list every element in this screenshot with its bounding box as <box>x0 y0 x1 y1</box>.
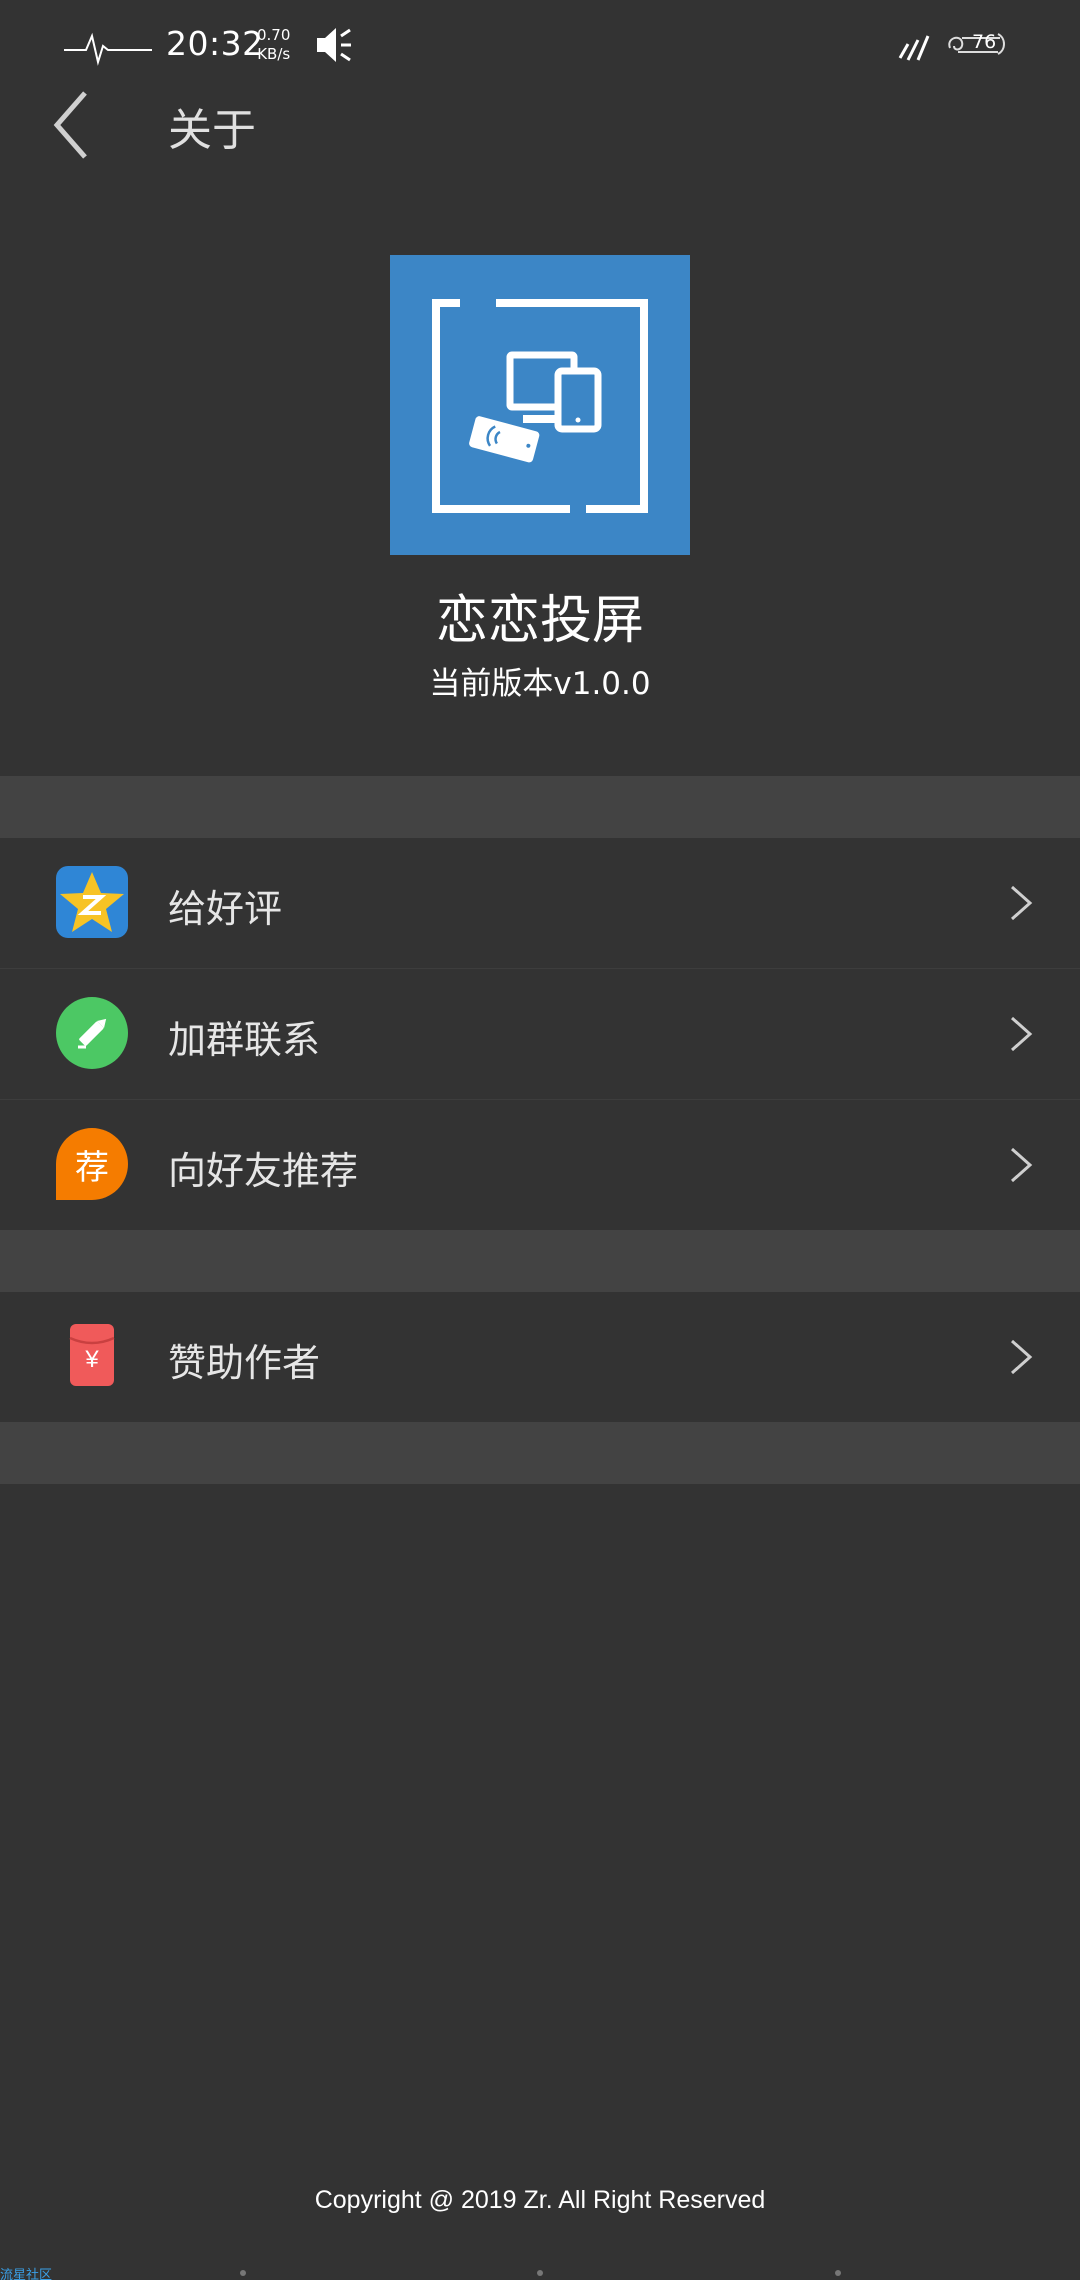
battery-level: 76 <box>972 31 997 53</box>
section-divider <box>0 1230 1080 1292</box>
chevron-right-icon <box>1011 885 1033 921</box>
recommend-icon: 荐 <box>56 1128 128 1200</box>
chevron-right-icon <box>1011 1016 1033 1052</box>
menu-item-recommend[interactable]: 荐 向好友推荐 <box>0 1100 1080 1230</box>
app-name: 恋恋投屏 <box>435 591 644 651</box>
app-logo <box>390 255 690 555</box>
menu-item-join-group[interactable]: 加群联系 <box>0 969 1080 1099</box>
back-button[interactable] <box>36 82 106 168</box>
chevron-right-icon <box>1011 1147 1033 1183</box>
chevron-left-icon <box>53 91 87 159</box>
menu-item-rate[interactable]: 给好评 <box>0 838 1080 968</box>
menu-item-label: 加群联系 <box>168 1018 321 1062</box>
app-version: 当前版本v1.0.0 <box>429 666 651 702</box>
section-divider <box>0 1422 1080 1484</box>
menu-item-label: 向好友推荐 <box>168 1149 359 1193</box>
about-screen: 20:32 0.70 KB/s 76 关于 恋恋投屏 当前版本v1.0.0 给好… <box>0 0 1080 2280</box>
pulse-icon <box>64 32 152 66</box>
nav-indicator-dot <box>537 2270 543 2276</box>
red-envelope-icon: ¥ <box>56 1320 128 1392</box>
watermark-text: 流星社区 <box>0 2268 53 2280</box>
nav-indicator-dot <box>835 2270 841 2276</box>
red-envelope-symbol: ¥ <box>85 1346 99 1373</box>
recommend-icon-text: 荐 <box>75 1147 109 1188</box>
menu-item-label: 给好评 <box>168 887 283 931</box>
star-rating-icon <box>56 866 128 938</box>
screen-cast-icon <box>432 299 648 513</box>
copyright-text: Copyright @ 2019 Zr. All Right Reserved <box>314 2186 766 2214</box>
page-title: 关于 <box>168 105 256 156</box>
section-divider <box>0 776 1080 838</box>
network-speed-unit: KB/s <box>257 45 291 63</box>
chevron-right-icon <box>1011 1339 1033 1375</box>
mute-icon <box>317 28 351 62</box>
menu-item-label: 赞助作者 <box>168 1341 321 1385</box>
network-speed-value: 0.70 <box>257 26 291 44</box>
network-speed: 0.70 KB/s <box>257 26 290 64</box>
nav-indicator-dot <box>240 2270 246 2276</box>
app-header: 关于 <box>0 76 1080 172</box>
menu-item-sponsor[interactable]: ¥ 赞助作者 <box>0 1292 1080 1422</box>
signal-icon <box>898 35 930 61</box>
status-time: 20:32 <box>166 24 264 63</box>
pencil-icon <box>56 997 128 1069</box>
